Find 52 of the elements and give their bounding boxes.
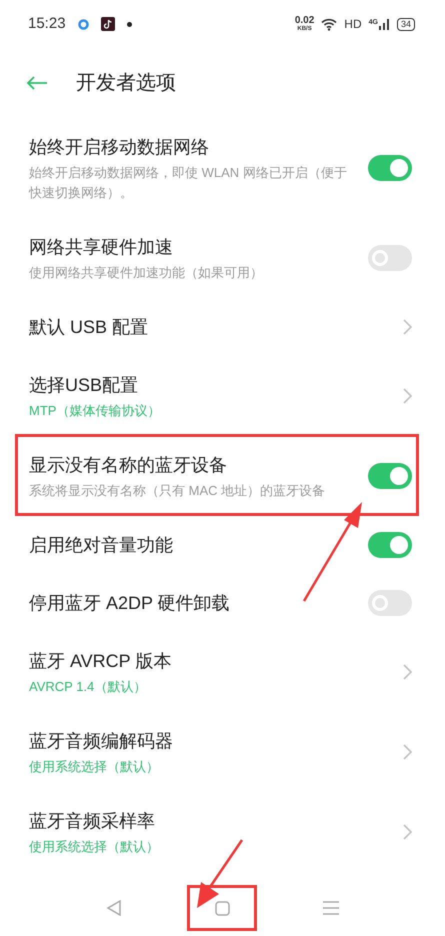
row-description: 始终开启移动数据网络，即使 WLAN 网络已开启（便于快速切换网络）。 bbox=[29, 164, 348, 202]
settings-row[interactable]: 蓝牙音频编解码器 使用系统选择（默认） bbox=[0, 712, 445, 792]
network-speed: 0.02 bbox=[294, 16, 314, 26]
battery-indicator: 34 bbox=[396, 18, 415, 30]
notification-dot-icon bbox=[126, 22, 132, 26]
settings-row[interactable]: 蓝牙音频采样率 使用系统选择（默认） bbox=[0, 792, 445, 872]
hd-indicator: HD bbox=[344, 16, 362, 33]
clock-time: 15:23 bbox=[28, 14, 66, 34]
chevron-right-icon bbox=[403, 319, 412, 335]
settings-row[interactable]: 网络共享硬件加速 使用网络共享硬件加速功能（如果可用） bbox=[0, 218, 445, 298]
wifi-icon bbox=[321, 18, 338, 30]
settings-row[interactable]: 启用绝对音量功能 bbox=[0, 516, 445, 574]
back-arrow-icon[interactable] bbox=[26, 76, 48, 90]
settings-row[interactable]: 始终开启移动数据网络 始终开启移动数据网络，即使 WLAN 网络已开启（便于快速切换网络）。 bbox=[0, 118, 445, 218]
settings-row[interactable]: 停用蓝牙 A2DP 硬件卸载 bbox=[0, 574, 445, 632]
page-title: 开发者选项 bbox=[76, 71, 176, 96]
row-title: 蓝牙音频采样率 bbox=[29, 810, 156, 833]
chevron-right-icon bbox=[403, 824, 412, 840]
chevron-right-icon bbox=[403, 744, 412, 760]
music-app-icon bbox=[100, 17, 115, 31]
menu-nav-icon[interactable] bbox=[322, 901, 339, 915]
row-title: 选择USB配置 bbox=[29, 374, 140, 397]
row-title: 始终开启移动数据网络 bbox=[29, 136, 210, 159]
row-title: 网络共享硬件加速 bbox=[29, 236, 174, 259]
home-nav-icon[interactable] bbox=[214, 900, 230, 916]
chevron-right-icon bbox=[403, 664, 412, 680]
row-title: 启用绝对音量功能 bbox=[29, 534, 174, 557]
toggle-switch[interactable] bbox=[368, 155, 412, 181]
toggle-switch[interactable] bbox=[368, 463, 412, 489]
signal-icon bbox=[378, 18, 390, 30]
pointer-arrow bbox=[194, 838, 244, 910]
settings-row[interactable]: 显示没有名称的蓝牙设备 系统将显示没有名称（只有 MAC 地址）的蓝牙设备 bbox=[0, 436, 445, 516]
toggle-switch[interactable] bbox=[368, 245, 412, 271]
row-value: 使用系统选择（默认） bbox=[29, 758, 160, 776]
chevron-right-icon bbox=[403, 388, 412, 404]
row-description: 使用网络共享硬件加速功能（如果可用） bbox=[29, 264, 264, 282]
row-value: 使用系统选择（默认） bbox=[29, 838, 160, 856]
app-notification-icon bbox=[78, 18, 89, 30]
row-title: 默认 USB 配置 bbox=[29, 316, 150, 339]
settings-row[interactable]: 蓝牙 AVRCP 版本 AVRCP 1.4（默认） bbox=[0, 632, 445, 712]
toggle-switch[interactable] bbox=[368, 590, 412, 616]
row-title: 显示没有名称的蓝牙设备 bbox=[29, 454, 228, 477]
back-nav-icon[interactable] bbox=[106, 900, 122, 916]
toggle-switch[interactable] bbox=[368, 532, 412, 558]
row-title: 蓝牙 AVRCP 版本 bbox=[29, 650, 172, 673]
row-description: 系统将显示没有名称（只有 MAC 地址）的蓝牙设备 bbox=[29, 482, 326, 500]
row-title: 停用蓝牙 A2DP 硬件卸载 bbox=[29, 592, 231, 615]
row-value: MTP（媒体传输协议） bbox=[29, 402, 162, 420]
row-title: 蓝牙音频编解码器 bbox=[29, 730, 174, 753]
settings-row[interactable]: 选择USB配置 MTP（媒体传输协议） bbox=[0, 356, 445, 436]
settings-row[interactable]: 默认 USB 配置 bbox=[0, 298, 445, 356]
row-value: AVRCP 1.4（默认） bbox=[29, 678, 148, 696]
